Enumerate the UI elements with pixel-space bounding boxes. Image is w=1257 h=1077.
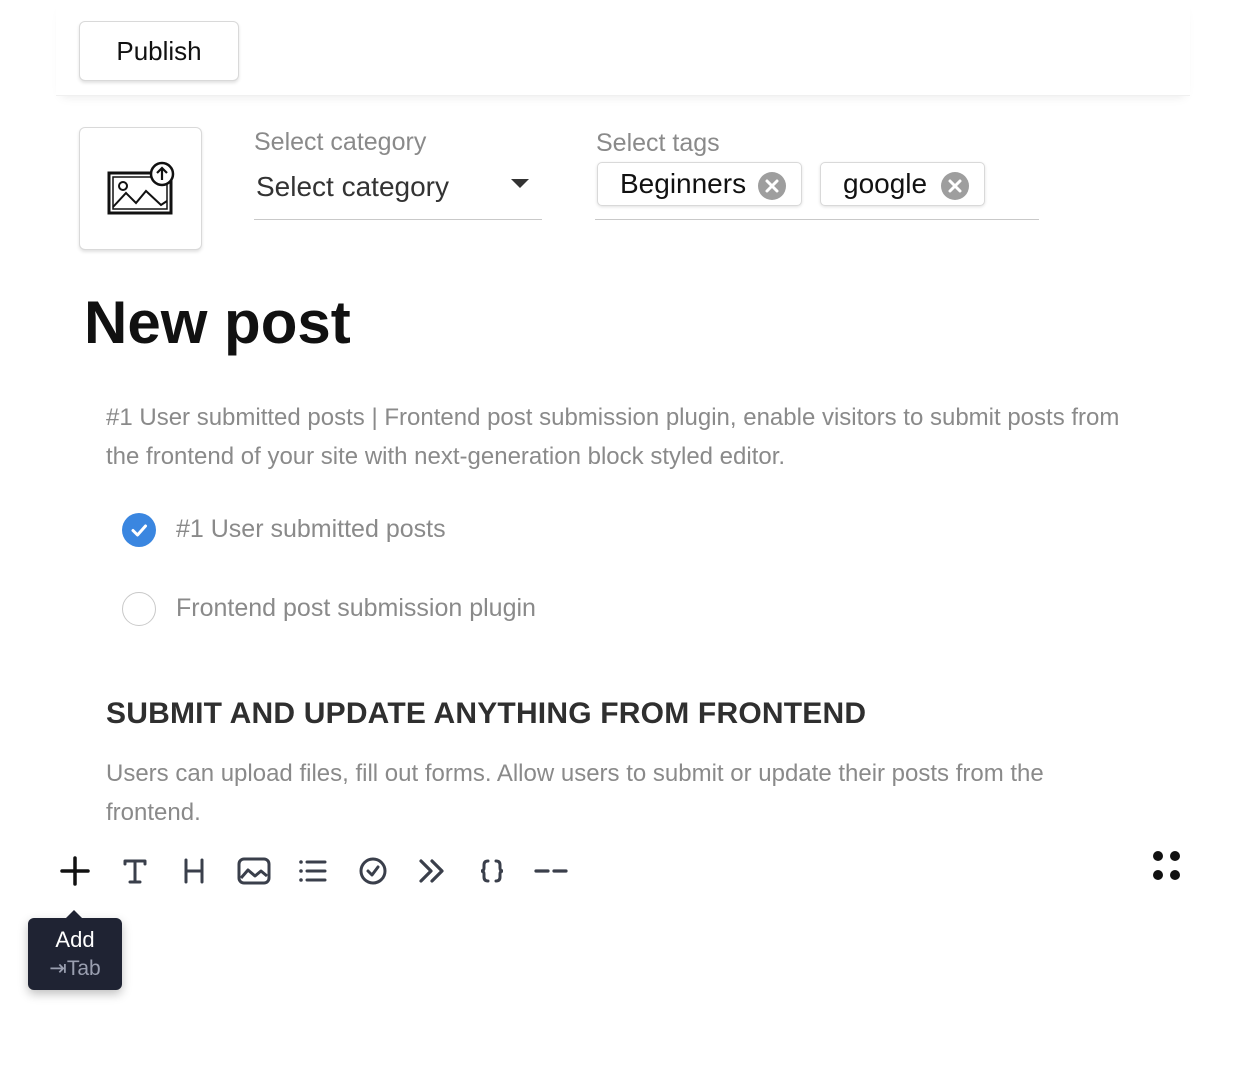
block-settings-icon[interactable] (1150, 848, 1184, 884)
list-icon[interactable] (292, 851, 332, 891)
tag-label: google (843, 168, 928, 199)
delimiter-icon[interactable] (531, 851, 571, 891)
tag-chip: Beginners (597, 162, 802, 206)
tag-label: Beginners (620, 168, 747, 199)
paragraph-block[interactable]: #1 User submitted posts | Frontend post … (106, 398, 1126, 476)
tooltip-shortcut: ⇥Tab (49, 957, 101, 980)
tooltip-title: Add (55, 927, 95, 952)
tags-input[interactable]: Beginners google (595, 162, 1039, 220)
checkbox-checked[interactable] (122, 513, 156, 547)
code-icon[interactable] (472, 851, 512, 891)
remove-tag-icon[interactable] (757, 171, 787, 201)
heading-icon[interactable] (174, 851, 214, 891)
add-icon[interactable] (55, 851, 95, 891)
caret-down-icon (511, 179, 529, 188)
featured-image-upload[interactable] (79, 127, 202, 250)
paragraph-block[interactable]: Users can upload files, fill out forms. … (106, 754, 1126, 832)
checkmark-icon (131, 524, 147, 537)
heading-block[interactable]: SUBMIT AND UPDATE ANYTHING FROM FRONTEND (106, 697, 866, 731)
checklist-item-label[interactable]: Frontend post submission plugin (176, 594, 536, 623)
quote-icon[interactable] (412, 851, 452, 891)
image-upload-icon (107, 161, 174, 214)
checklist-item-label[interactable]: #1 User submitted posts (176, 515, 446, 544)
publish-button[interactable]: Publish (79, 21, 239, 81)
category-label: Select category (254, 128, 427, 156)
checkbox-unchecked[interactable] (122, 592, 156, 626)
remove-tag-icon[interactable] (940, 171, 970, 201)
text-icon[interactable] (115, 851, 155, 891)
add-tooltip: Add ⇥Tab (28, 910, 122, 990)
image-icon[interactable] (234, 851, 274, 891)
post-title[interactable]: New post (84, 288, 351, 357)
category-value: Select category (256, 171, 449, 202)
checklist-icon[interactable] (353, 851, 393, 891)
tag-chip: google (820, 162, 985, 206)
tags-label: Select tags (596, 129, 720, 157)
category-select[interactable]: Select category (254, 165, 542, 220)
